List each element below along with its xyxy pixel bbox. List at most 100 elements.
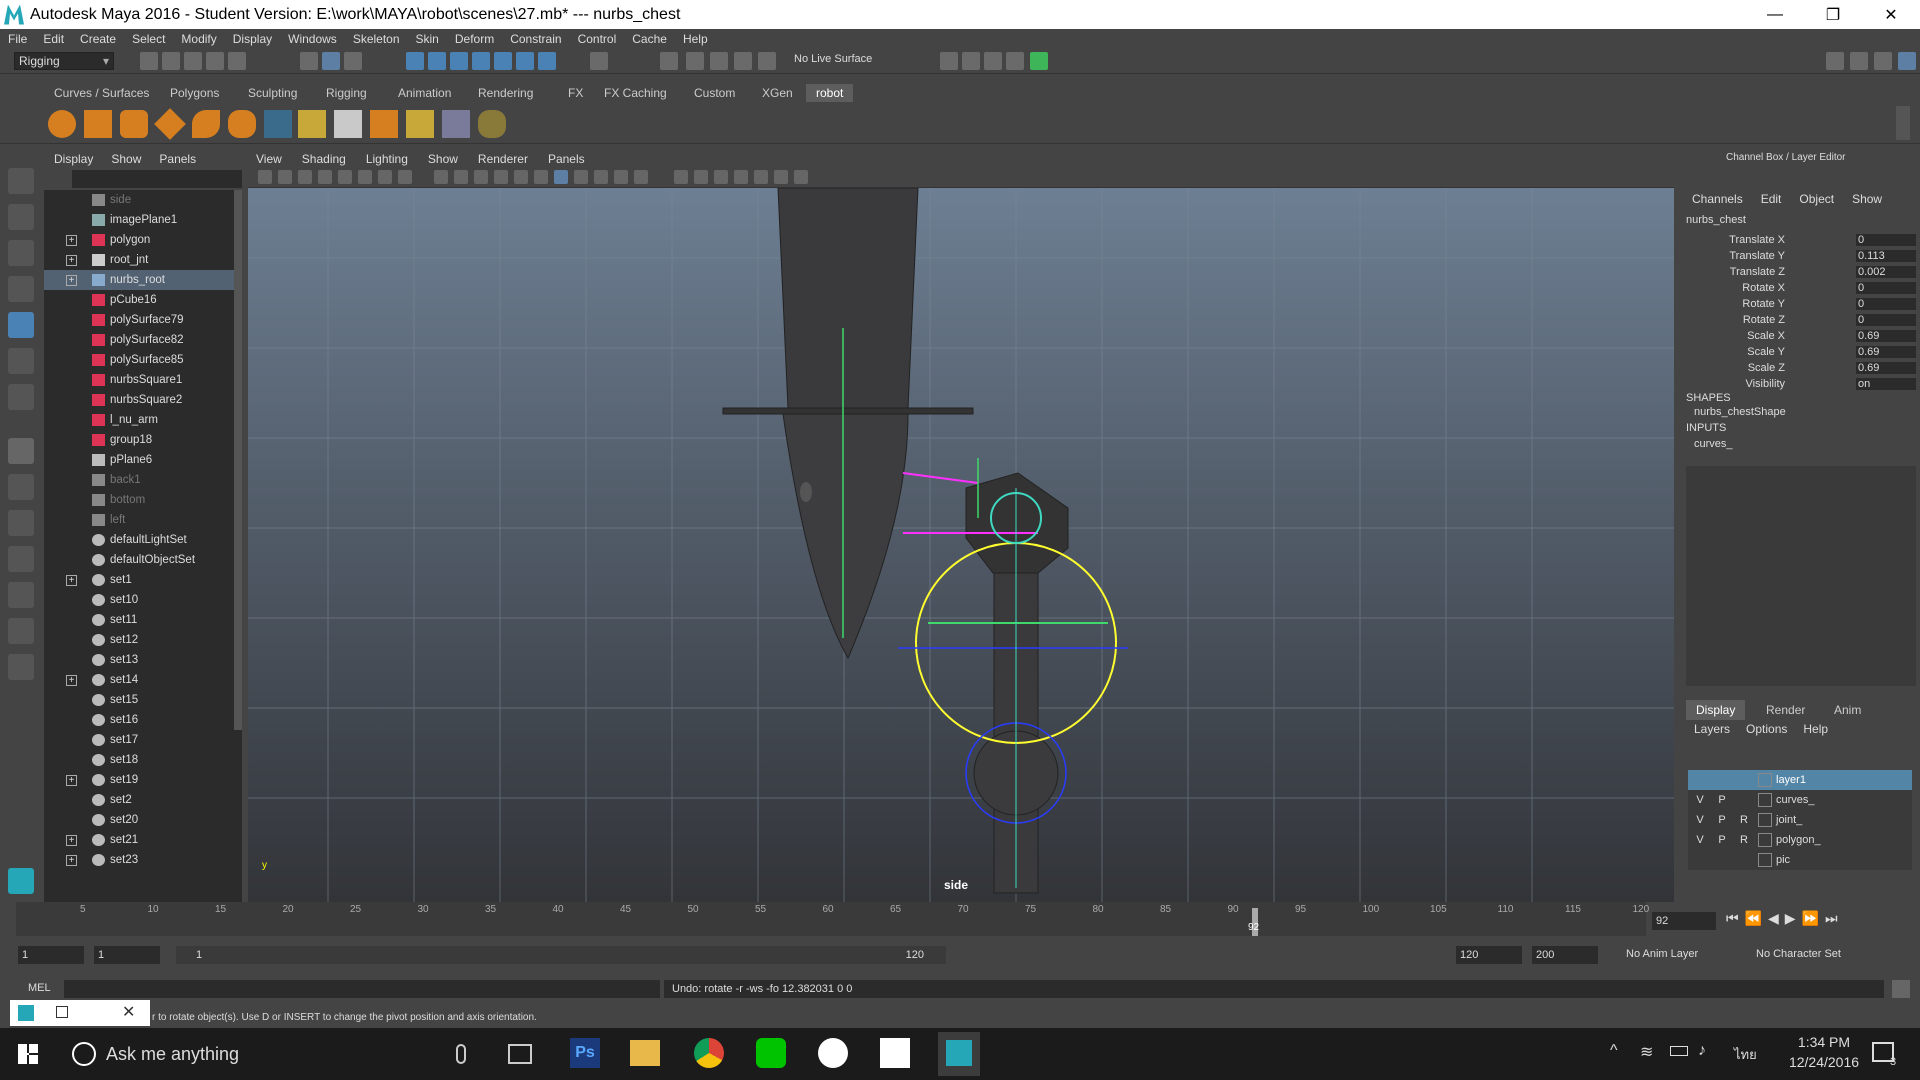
outliner-item[interactable]: bottom — [44, 490, 234, 510]
shelf-tab-fx[interactable]: FX — [558, 84, 593, 102]
layer-row[interactable]: V P Rjoint_ — [1688, 810, 1912, 830]
layer-color-icon[interactable] — [1758, 773, 1772, 787]
layer-v-toggle[interactable]: V — [1690, 810, 1710, 830]
outliner-item[interactable]: imagePlane1 — [44, 210, 234, 230]
viewport-tool-icon[interactable] — [258, 170, 272, 184]
outliner-item[interactable]: set20 — [44, 810, 234, 830]
chrome-icon[interactable] — [694, 1038, 724, 1068]
viewport-tool-icon[interactable] — [634, 170, 648, 184]
channel-menu-show[interactable]: Show — [1852, 192, 1882, 206]
outliner-item[interactable]: set12 — [44, 630, 234, 650]
outliner-item[interactable]: l_nu_arm — [44, 410, 234, 430]
layer-v-toggle[interactable]: V — [1690, 790, 1710, 810]
maya-taskbar-button[interactable] — [938, 1032, 980, 1076]
skin-icon[interactable] — [478, 110, 506, 138]
outliner-item[interactable]: pPlane6 — [44, 450, 234, 470]
shelf-tab-fx-caching[interactable]: FX Caching — [594, 84, 677, 102]
viewport-tool-icon[interactable] — [754, 170, 768, 184]
anim-layer-selector[interactable]: No Anim Layer — [1626, 948, 1698, 960]
render-view-icon[interactable] — [940, 52, 958, 70]
layer-v-toggle[interactable]: V — [1690, 830, 1710, 850]
layer-r-toggle[interactable]: R — [1734, 810, 1754, 830]
outliner-item[interactable]: + set23 — [44, 850, 234, 870]
channel-attribute[interactable]: Translate X 0 — [1680, 234, 1920, 250]
input-icon[interactable] — [734, 52, 752, 70]
live-surface-label[interactable]: No Live Surface — [794, 53, 872, 65]
layer-color-icon[interactable] — [1758, 813, 1772, 827]
viewport-menu-shading[interactable]: Shading — [302, 152, 346, 166]
menu-edit[interactable]: Edit — [43, 32, 64, 46]
outliner-menu-show[interactable]: Show — [111, 152, 141, 166]
attribute-value-field[interactable]: 0 — [1856, 298, 1916, 310]
channel-attribute[interactable]: Translate Z 0.002 — [1680, 266, 1920, 282]
outliner-item[interactable]: nurbsSquare1 — [44, 370, 234, 390]
layers-icon[interactable] — [334, 110, 362, 138]
viewport-tool-icon[interactable] — [378, 170, 392, 184]
shelf-tab-robot[interactable]: robot — [806, 84, 854, 102]
layer-menu-options[interactable]: Options — [1746, 722, 1787, 736]
cone-icon[interactable] — [154, 108, 186, 140]
script-language-label[interactable]: MEL — [28, 982, 51, 994]
viewport-menu-renderer[interactable]: Renderer — [478, 152, 528, 166]
attribute-value-field[interactable]: 0.69 — [1856, 330, 1916, 342]
current-frame-field[interactable]: 92 — [1652, 912, 1716, 930]
attribute-value-field[interactable]: 0 — [1856, 282, 1916, 294]
modeling-toolkit-icon[interactable] — [1826, 52, 1844, 70]
windows-start-icon[interactable] — [18, 1044, 38, 1064]
select-hierarchy-icon[interactable] — [300, 52, 318, 70]
joint-tool-icon[interactable] — [442, 110, 470, 138]
layout-2-icon[interactable] — [8, 618, 34, 644]
viewport-tool-icon[interactable] — [674, 170, 688, 184]
layer-menu-layers[interactable]: Layers — [1694, 722, 1730, 736]
snap-curve-icon[interactable] — [428, 52, 446, 70]
volume-icon[interactable]: ♪ — [1698, 1042, 1706, 1060]
output-icon[interactable] — [758, 52, 776, 70]
render-settings-icon[interactable] — [1006, 52, 1024, 70]
wifi-icon[interactable]: ≋ — [1640, 1042, 1653, 1062]
viewport-tool-icon[interactable] — [714, 170, 728, 184]
grid-icon[interactable] — [298, 110, 326, 138]
render-current-icon[interactable] — [962, 52, 980, 70]
save-scene-icon[interactable] — [184, 52, 202, 70]
outliner-item[interactable]: set18 — [44, 750, 234, 770]
layer-row[interactable]: V Pcurves_ — [1688, 790, 1912, 810]
outliner-item[interactable]: set16 — [44, 710, 234, 730]
four-view-icon[interactable] — [8, 474, 34, 500]
shelf-tab-custom[interactable]: Custom — [684, 84, 745, 102]
snap-view-icon[interactable] — [472, 52, 490, 70]
cortana-icon[interactable] — [72, 1042, 96, 1066]
channel-attribute[interactable]: Rotate X 0 — [1680, 282, 1920, 298]
expand-icon[interactable]: + — [66, 835, 77, 846]
pencil-icon[interactable] — [406, 110, 434, 138]
layer-color-icon[interactable] — [1758, 833, 1772, 847]
character-set-selector[interactable]: No Character Set — [1756, 948, 1841, 960]
layer-row[interactable]: pic — [1688, 850, 1912, 870]
menu-deform[interactable]: Deform — [455, 32, 494, 46]
channel-attribute[interactable]: Scale X 0.69 — [1680, 330, 1920, 346]
tray-chevron-icon[interactable]: ^ — [1610, 1042, 1618, 1060]
shelf-scroll-icon[interactable] — [1896, 106, 1910, 140]
attribute-value-field[interactable]: 0.69 — [1856, 346, 1916, 358]
viewport-tool-icon[interactable] — [594, 170, 608, 184]
outliner-item[interactable]: + set21 — [44, 830, 234, 850]
outliner-item[interactable]: set15 — [44, 690, 234, 710]
attribute-value-field[interactable]: 0 — [1856, 234, 1916, 246]
shelf-tab-sculpting[interactable]: Sculpting — [238, 84, 307, 102]
menu-file[interactable]: File — [8, 32, 27, 46]
shelf-tab-animation[interactable]: Animation — [388, 84, 461, 102]
attribute-value-field[interactable]: 0.002 — [1856, 266, 1916, 278]
select-tool-icon[interactable] — [8, 168, 34, 194]
task-view-icon[interactable] — [508, 1044, 532, 1064]
shelf-tab-curves-surfaces[interactable]: Curves / Surfaces — [44, 84, 159, 102]
restore-icon[interactable] — [56, 1006, 68, 1018]
script-editor-icon[interactable] — [1892, 980, 1910, 998]
channel-menu-object[interactable]: Object — [1799, 192, 1834, 206]
expand-icon[interactable]: + — [66, 855, 77, 866]
layer-color-icon[interactable] — [1758, 793, 1772, 807]
viewport-menu-panels[interactable]: Panels — [548, 152, 585, 166]
channel-object-name[interactable]: nurbs_chest — [1686, 214, 1746, 226]
viewport-tool-icon[interactable] — [694, 170, 708, 184]
hypershade-icon[interactable] — [1030, 52, 1048, 70]
snap-vertex-icon[interactable] — [516, 52, 534, 70]
viewport-tool-icon[interactable] — [454, 170, 468, 184]
